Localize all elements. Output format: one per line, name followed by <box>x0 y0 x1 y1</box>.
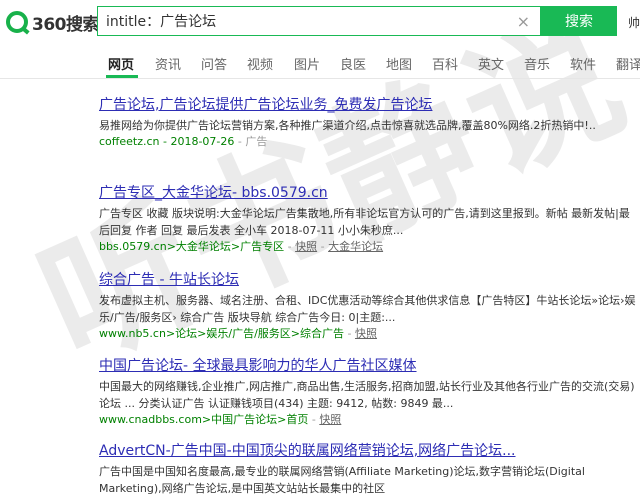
search-input[interactable] <box>98 7 524 35</box>
result-title[interactable]: 广告专区_大金华论坛- bbs.0579.cn <box>99 184 639 202</box>
result-title[interactable]: AdvertCN-广告中国-中国顶尖的联属网络营销论坛,网络广告论坛... <box>99 442 639 460</box>
tab-translate[interactable]: 翻译 <box>616 54 640 73</box>
result-url: bbs.0579.cn>大金华论坛>广告专区 - 快照 - 大金华论坛 <box>99 240 384 253</box>
top-bar: 360搜索 × 搜索 帅 <box>0 0 640 44</box>
top-right-text[interactable]: 帅 <box>628 14 640 31</box>
search-button[interactable]: 搜索 <box>541 6 617 36</box>
logo-text: 360搜索 <box>32 14 100 35</box>
result-item: 广告专区_大金华论坛- bbs.0579.cn 广告专区 收藏 版块说明:大金华… <box>99 184 639 255</box>
result-title[interactable]: 中国广告论坛- 全球最具影响力的华人广告社区媒体 <box>99 357 639 375</box>
result-url: www.cnadbbs.com>中国广告论坛>首页 - 快照 <box>99 413 342 426</box>
result-snippet: 易推网给为你提供广告论坛营销方案,各种推广渠道介绍,点击惊喜就选品牌,覆盖80%… <box>99 119 596 132</box>
result-item: 综合广告 - 牛站长论坛 发布虚拟主机、服务器、域名注册、合租、IDC优惠活动等… <box>99 271 639 342</box>
tab-qa[interactable]: 问答 <box>201 54 227 73</box>
result-url: www.nb5.cn>论坛>娱乐/广告/服务区>综合广告 - 快照 <box>99 327 377 340</box>
logo-ring-icon <box>6 11 28 33</box>
result-url-text[interactable]: www.nb5.cn>论坛>娱乐/广告/服务区>综合广告 <box>99 327 344 340</box>
result-snippet: 发布虚拟主机、服务器、域名注册、合租、IDC优惠活动等综合其他供求信息【广告特区… <box>99 294 636 324</box>
result-url-text[interactable]: www.cnadbbs.com>中国广告论坛>首页 <box>99 413 308 426</box>
ad-badge: 广告 <box>245 135 268 148</box>
result-url-text[interactable]: bbs.0579.cn>大金华论坛>广告专区 <box>99 240 284 253</box>
result-item: 广告论坛,广告论坛提供广告论坛业务_免费发广告论坛 易推网给为你提供广告论坛营销… <box>99 96 639 150</box>
category-nav: 网页 资讯 问答 视频 图片 良医 地图 百科 英文 音乐 软件 翻译 <box>0 44 640 79</box>
tab-doctor[interactable]: 良医 <box>340 54 366 73</box>
tab-web[interactable]: 网页 <box>108 54 134 73</box>
snapshot-link[interactable]: 快照 <box>295 240 317 253</box>
tab-video[interactable]: 视频 <box>247 54 273 73</box>
tab-news[interactable]: 资讯 <box>155 54 181 73</box>
result-item: 中国广告论坛- 全球最具影响力的华人广告社区媒体 中国最大的网络赚钱,企业推广,… <box>99 357 639 428</box>
result-snippet: 广告专区 收藏 版块说明:大金华论坛广告集散地,所有非论坛官方认可的广告,请到这… <box>99 207 630 237</box>
result-snippet: 中国最大的网络赚钱,企业推广,网店推广,商品出售,生活服务,招商加盟,站长行业及… <box>99 380 635 410</box>
tab-english[interactable]: 英文 <box>478 54 504 73</box>
result-url-text[interactable]: coffeetz.cn - 2018-07-26 <box>99 135 234 148</box>
active-tab-indicator <box>106 75 138 78</box>
tab-map[interactable]: 地图 <box>386 54 412 73</box>
tab-music[interactable]: 音乐 <box>524 54 550 73</box>
result-title[interactable]: 广告论坛,广告论坛提供广告论坛业务_免费发广告论坛 <box>99 96 639 114</box>
tab-images[interactable]: 图片 <box>294 54 320 73</box>
result-url: coffeetz.cn - 2018-07-26 - 广告 <box>99 135 268 148</box>
tab-baike[interactable]: 百科 <box>432 54 458 73</box>
site-logo[interactable]: 360搜索 <box>6 10 100 35</box>
result-title[interactable]: 综合广告 - 牛站长论坛 <box>99 271 639 289</box>
search-box: × <box>97 6 541 36</box>
clear-icon[interactable]: × <box>517 12 530 31</box>
tab-software[interactable]: 软件 <box>570 54 596 73</box>
extra-link[interactable]: 大金华论坛 <box>328 240 383 253</box>
snapshot-link[interactable]: 快照 <box>355 327 377 340</box>
snapshot-link[interactable]: 快照 <box>319 413 341 426</box>
result-item: AdvertCN-广告中国-中国顶尖的联属网络营销论坛,网络广告论坛... 广告… <box>99 442 639 497</box>
